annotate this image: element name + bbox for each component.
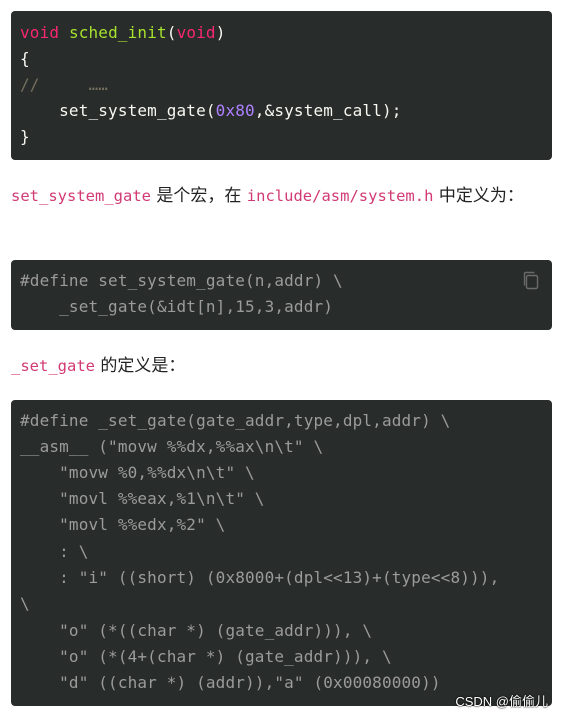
code-line: : "i" ((short) (0x8000+(dpl<<13)+(type<<… (20, 568, 500, 587)
code-line: "movl %%edx,%2" \ (20, 515, 226, 534)
code-line: \ (20, 594, 30, 613)
inline-code: _set_gate (11, 357, 95, 375)
code-line: : \ (20, 542, 89, 561)
code-comment: // …… (20, 75, 109, 94)
code-line: #define _set_gate(gate_addr,type,dpl,add… (20, 411, 451, 430)
code-line: } (20, 127, 30, 146)
code-line: void sched_init(void) (20, 23, 226, 42)
code-line: "movw %0,%%dx\n\t" \ (20, 463, 255, 482)
code-line: set_system_gate(0x80,&system_call); (20, 101, 402, 120)
code-block-sched-init: void sched_init(void) { // …… set_system… (11, 11, 552, 160)
paragraph-set-system-gate: set_system_gate 是个宏，在 include/asm/system… (11, 186, 524, 206)
code-line: "o" (*(4+(char *) (gate_addr))), \ (20, 647, 392, 666)
inline-code: set_system_gate (11, 187, 151, 205)
code-line: _set_gate(&idt[n],15,3,addr) (20, 297, 334, 316)
code-block-define-set-gate: #define _set_gate(gate_addr,type,dpl,add… (11, 400, 552, 706)
code-block-define-set-system-gate: #define set_system_gate(n,addr) \ _set_g… (11, 260, 552, 330)
inline-code: include/asm/system.h (246, 187, 434, 205)
watermark: CSDN @偷偷儿 (455, 694, 548, 709)
code-line: #define set_system_gate(n,addr) \ (20, 271, 343, 290)
code-line: __asm__ ("movw %%dx,%%ax\n\t" \ (20, 437, 324, 456)
paragraph-set-gate: _set_gate 的定义是： (11, 356, 186, 376)
copy-icon[interactable] (522, 271, 540, 291)
code-line: "o" (*((char *) (gate_addr))), \ (20, 621, 373, 640)
code-line: "d" ((char *) (addr)),"a" (0x00080000)) (20, 673, 441, 692)
code-line: "movl %%eax,%1\n\t" \ (20, 489, 265, 508)
code-line: { (20, 49, 30, 68)
